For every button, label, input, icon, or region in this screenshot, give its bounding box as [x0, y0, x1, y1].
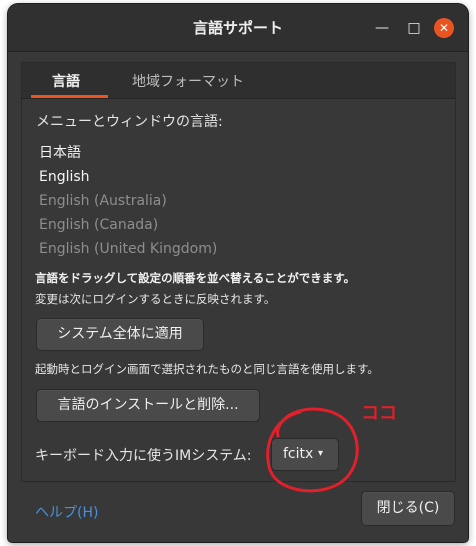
drag-hint: 言語をドラッグして設定の順番を並べ替えることができます。	[35, 271, 356, 285]
active-tab-indicator	[31, 95, 108, 98]
change-note: 変更は次にログインするときに反映されます。	[35, 292, 276, 306]
language-list[interactable]: 日本語 English English (Australia) English …	[35, 141, 449, 257]
window-title: 言語サポート	[192, 19, 283, 37]
tab-bar: 言語 地域フォーマット	[22, 63, 455, 99]
tab-language[interactable]: 言語	[52, 71, 80, 91]
list-item[interactable]: English (Australia)	[35, 189, 449, 213]
im-system-dropdown[interactable]: fcitx ▾	[271, 438, 339, 471]
maximize-icon[interactable]: □	[404, 18, 424, 38]
dialog-footer: ヘルプ(H) 閉じる(C)	[8, 484, 468, 542]
close-button[interactable]: 閉じる(C)	[361, 491, 455, 526]
im-system-label: キーボード入力に使うIMシステム:	[35, 448, 252, 464]
list-item[interactable]: 日本語	[35, 141, 449, 165]
close-icon[interactable]: ✕	[434, 18, 454, 38]
im-system-value: fcitx	[283, 446, 314, 462]
install-remove-languages-button[interactable]: 言語のインストールと削除...	[36, 389, 260, 422]
list-item[interactable]: English	[35, 165, 449, 189]
minimize-icon[interactable]: —	[372, 18, 392, 38]
list-item[interactable]: English (Canada)	[35, 213, 449, 237]
menu-language-heading: メニューとウィンドウの言語:	[36, 114, 223, 130]
tab-regional-formats[interactable]: 地域フォーマット	[132, 71, 244, 91]
help-link[interactable]: ヘルプ(H)	[35, 502, 98, 522]
apply-note: 起動時とログイン画面で選択されたものと同じ言語を使用します。	[35, 362, 379, 376]
chevron-down-icon: ▾	[318, 448, 324, 459]
list-item[interactable]: English (United Kingdom)	[35, 237, 449, 257]
language-support-window: 言語サポート — □ ✕ 言語 地域フォーマット メニューとウィンドウの言語: …	[8, 4, 468, 542]
apply-system-wide-button[interactable]: システム全体に適用	[36, 318, 204, 351]
title-bar[interactable]: 言語サポート — □ ✕	[8, 4, 468, 52]
